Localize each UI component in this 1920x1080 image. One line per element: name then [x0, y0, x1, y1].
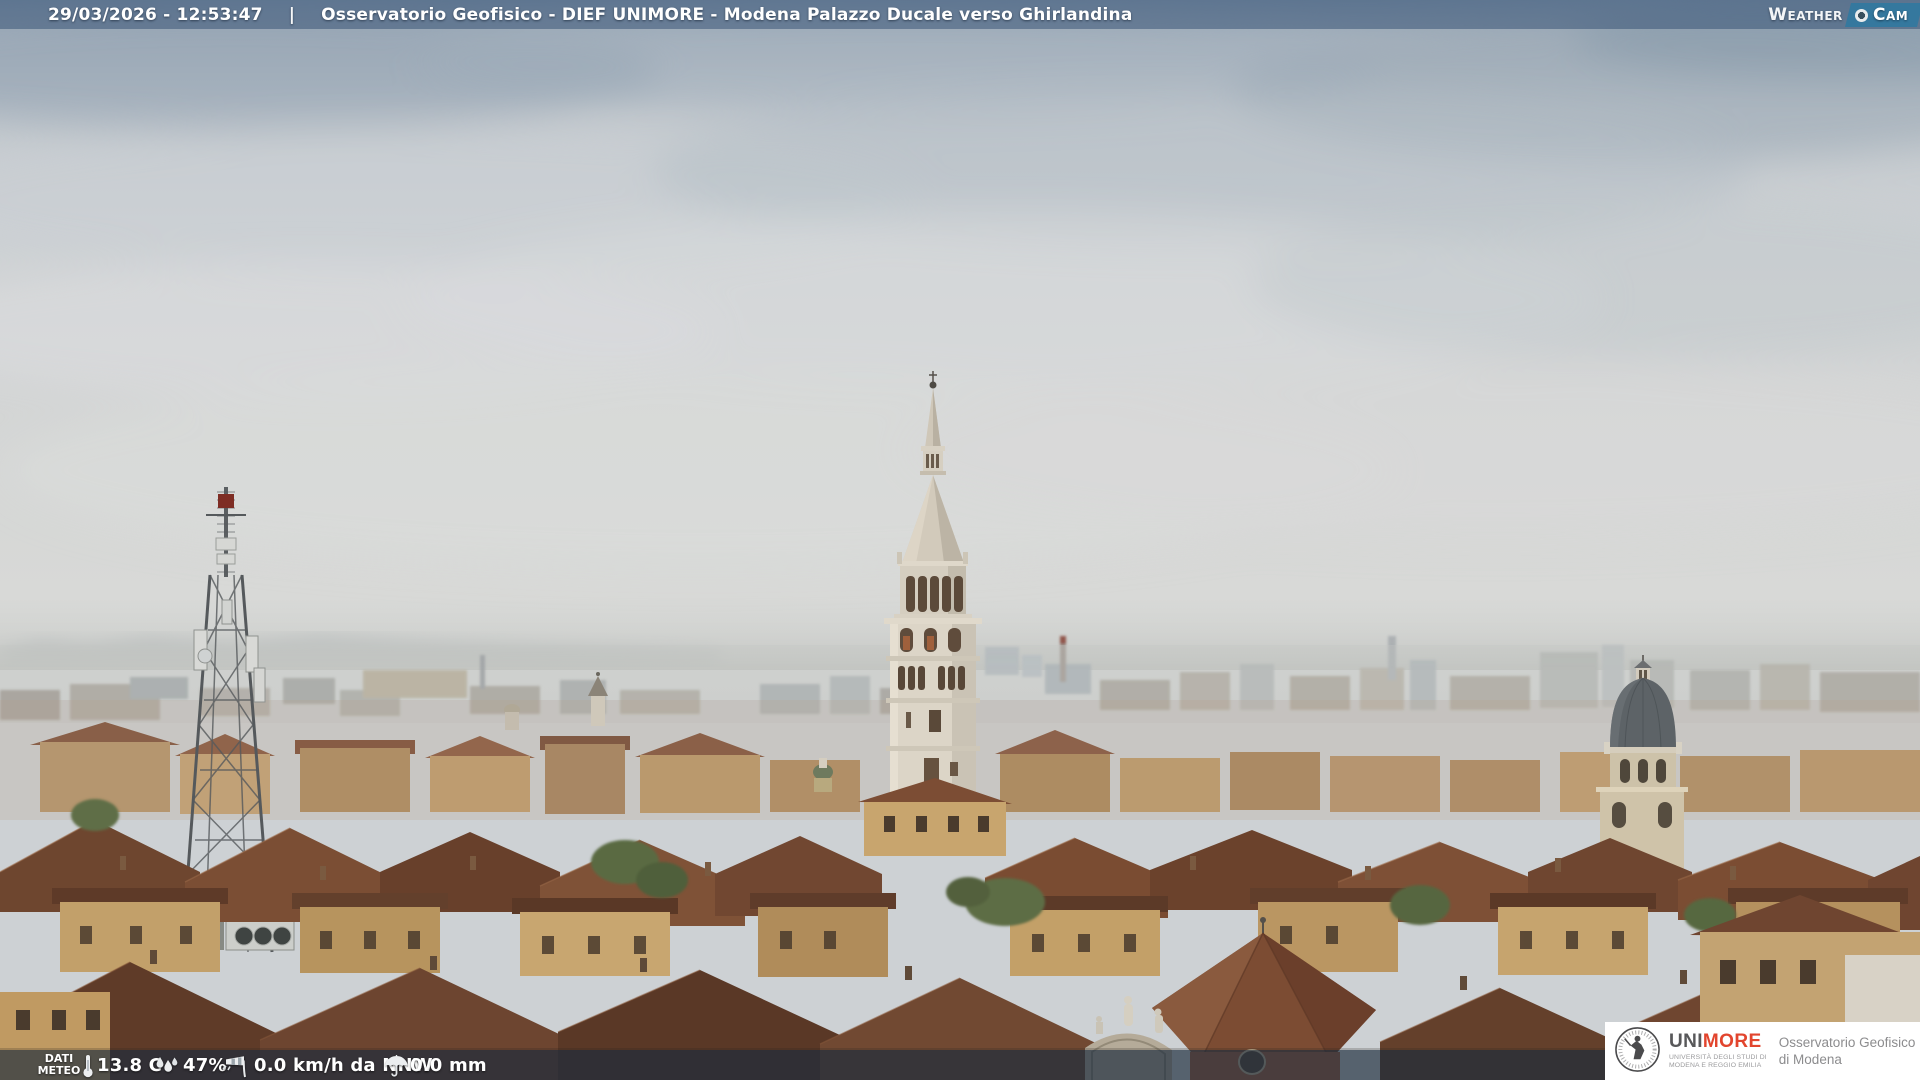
windsock-icon [222, 1053, 252, 1080]
unimore-wordmark: UNIMORE UNIVERSITÀ DEGLI STUDI DI MODENA… [1669, 1031, 1767, 1069]
camera-lens-icon [1854, 8, 1868, 21]
webcam-title: Osservatorio Geofisico - DIEF UNIMORE - … [321, 4, 1133, 25]
precipitation-value: 0.0 mm [410, 1054, 487, 1076]
weathercam-logo-cam: Cam [1872, 4, 1908, 25]
weathercam-logo-weather: Weather [1768, 4, 1843, 25]
observatory-name: Osservatorio Geofisico di Modena [1778, 1035, 1916, 1067]
separator: | [288, 4, 296, 25]
weathercam-logo: Weather Cam [1768, 2, 1920, 27]
thermometer-icon [80, 1053, 96, 1080]
unimore-seal-icon [1614, 1026, 1661, 1077]
webcam-photo [0, 0, 1920, 1080]
branding-box: UNIMORE UNIVERSITÀ DEGLI STUDI DI MODENA… [1605, 1022, 1920, 1080]
humidity-drops-icon [153, 1056, 179, 1080]
umbrella-icon [384, 1055, 409, 1080]
timestamp: 29/03/2026 - 12:53:47 [48, 4, 263, 25]
humidity-value: 47% [183, 1054, 227, 1076]
webcam-frame: 29/03/2026 - 12:53:47 | Osservatorio Geo… [0, 0, 1920, 1080]
weathercam-badge: Cam [1844, 2, 1920, 27]
top-info-bar: 29/03/2026 - 12:53:47 | Osservatorio Geo… [0, 0, 1920, 29]
